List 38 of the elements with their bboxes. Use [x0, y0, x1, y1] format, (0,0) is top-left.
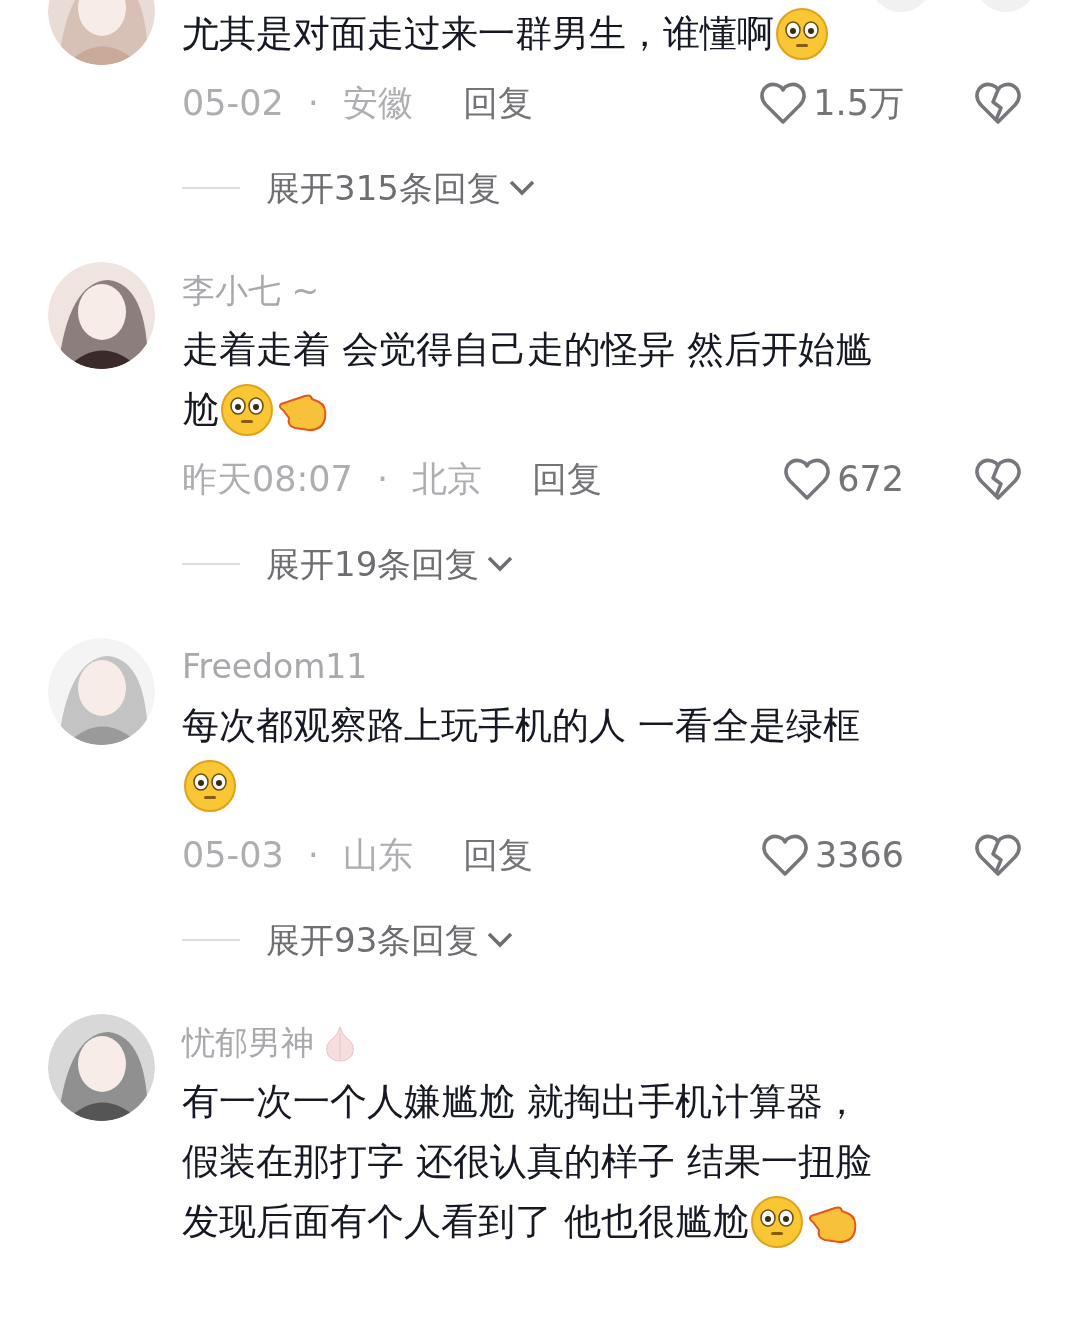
- dislike-icon[interactable]: [974, 80, 1022, 126]
- comment-text: 每次都观察路上玩手机的人 一看全是绿框: [182, 703, 860, 749]
- reply-link[interactable]: 回复: [462, 76, 533, 130]
- separator-dot: ·: [376, 457, 388, 501]
- location-text: 安徽: [342, 81, 413, 125]
- comment-text: 发现后面有个人看到了 他也很尴尬: [182, 1199, 749, 1245]
- like-count: 672: [837, 457, 904, 501]
- separator-dot: ·: [307, 81, 319, 125]
- emoji-icon: [774, 6, 830, 62]
- reply-link[interactable]: 回复: [532, 452, 602, 506]
- dislike-icon[interactable]: [974, 832, 1022, 878]
- emoji-icon: [182, 758, 238, 814]
- like-count: 1.5万: [813, 81, 904, 125]
- like-icon[interactable]: [783, 456, 832, 502]
- comment-text: 走着走着 会觉得自己走的怪异 然后开始尴: [182, 327, 872, 373]
- comment-text: 假装在那打字 还很认真的样子 结果一扭脸: [182, 1139, 872, 1185]
- username: 李小七 ~: [182, 270, 320, 312]
- expand-replies-link[interactable]: 展开93条回复: [266, 914, 480, 966]
- reply-link[interactable]: 回复: [462, 828, 533, 882]
- expand-replies-link[interactable]: 展开315条回复: [266, 162, 501, 214]
- like-icon[interactable]: [760, 832, 809, 878]
- date-text: 05-03: [182, 833, 284, 877]
- like-icon[interactable]: [759, 80, 808, 126]
- comment-text: 尬: [182, 387, 219, 433]
- date-text: 昨天08:07: [182, 457, 353, 501]
- dislike-icon[interactable]: [974, 456, 1022, 502]
- emoji-icon: [219, 382, 275, 438]
- like-count: 3366: [814, 833, 904, 877]
- username: 忧郁男神: [182, 1022, 314, 1064]
- expand-replies-link[interactable]: 展开19条回复: [266, 538, 480, 590]
- comment-text: 有一次一个人嫌尴尬 就掏出手机计算器，: [182, 1079, 860, 1125]
- comment-text: 尤其是对面走过来一群男生，谁懂啊: [182, 11, 774, 57]
- separator-dot: ·: [307, 833, 319, 877]
- location-text: 北京: [412, 457, 482, 501]
- username: Freedom11: [182, 646, 368, 688]
- location-text: 山东: [342, 833, 413, 877]
- emoji-icon: [748, 1194, 805, 1250]
- date-text: 05-02: [182, 81, 284, 125]
